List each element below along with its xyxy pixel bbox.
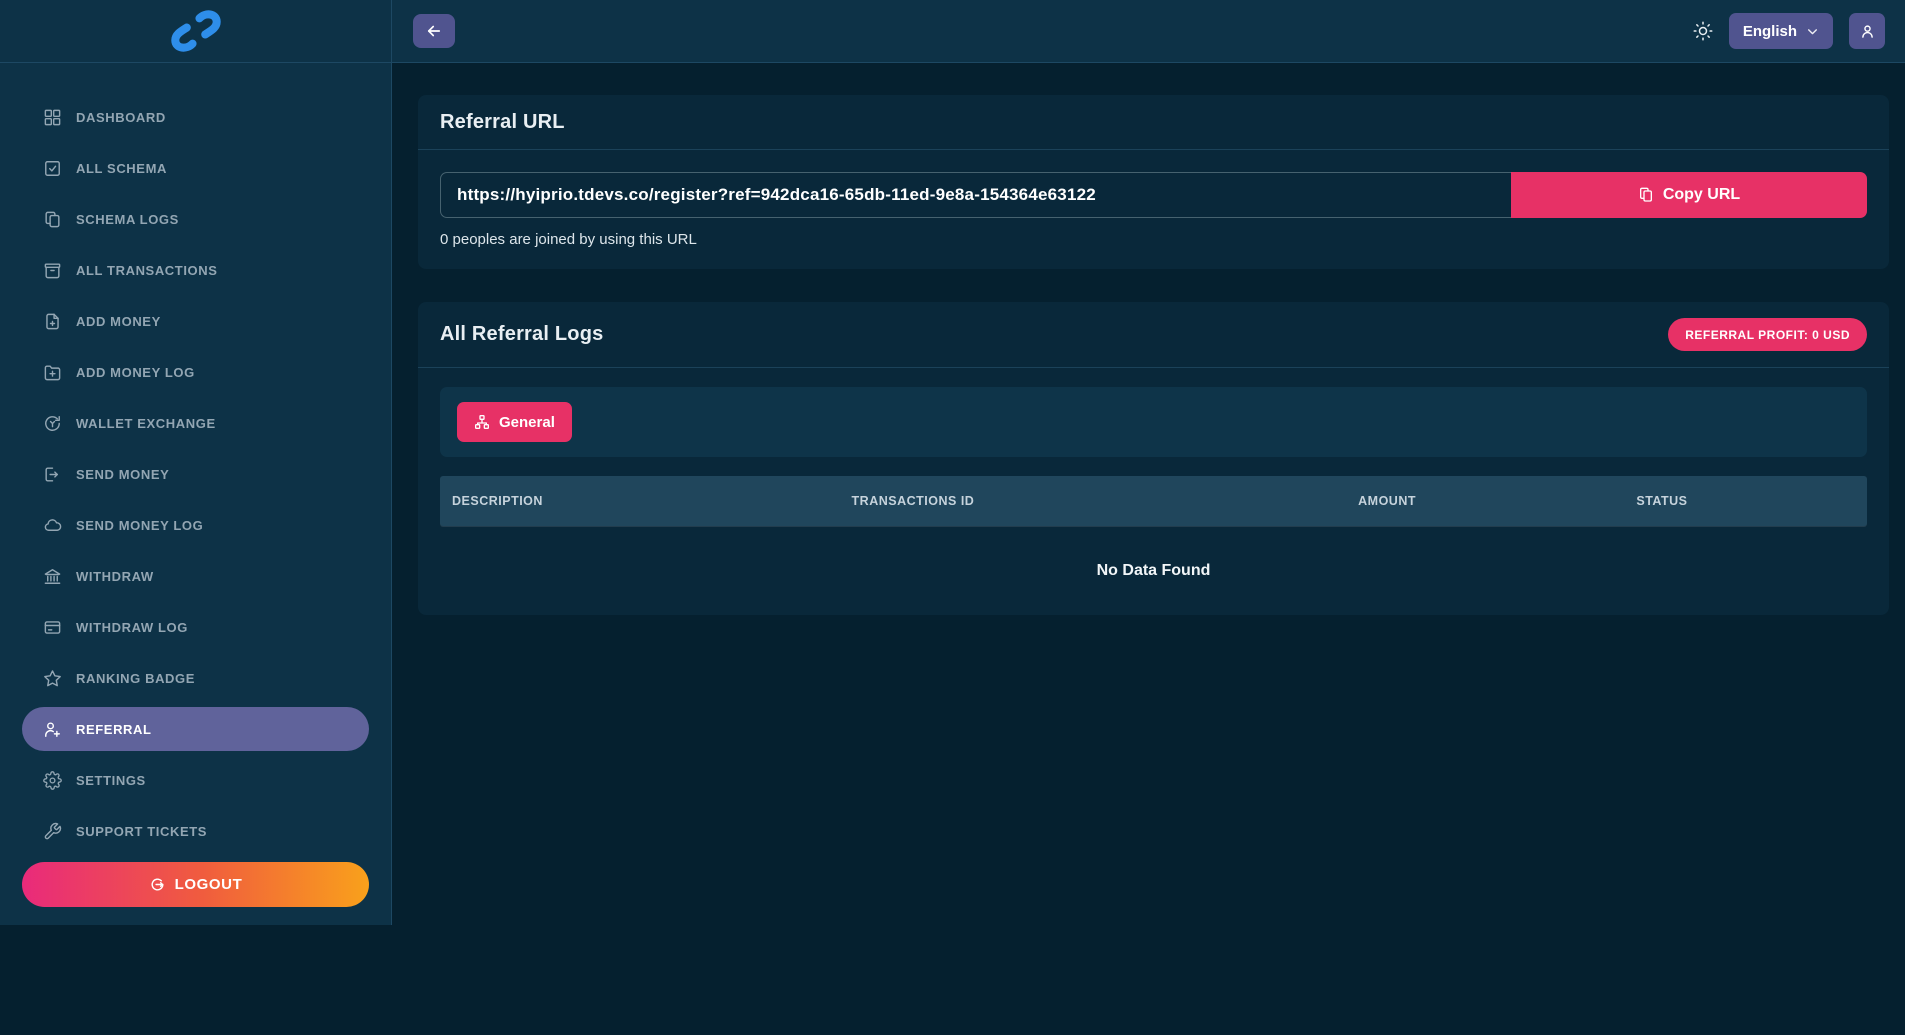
sidebar-item-label: ALL TRANSACTIONS [76,263,218,278]
sidebar-item-dashboard[interactable]: DASHBOARD [22,95,369,139]
gear-icon [43,771,76,790]
star-icon [43,669,76,688]
sidebar-item-label: RANKING BADGE [76,671,195,686]
referral-logs-card: All Referral Logs REFERRAL PROFIT: 0 USD… [418,302,1889,615]
brand-logo-icon[interactable] [168,8,224,54]
theme-toggle-button[interactable] [1693,21,1713,41]
sidebar-item-label: SETTINGS [76,773,146,788]
arrow-left-icon [425,22,443,40]
column-header-amount: AMOUNT [1346,494,1624,508]
dashboard-icon [43,108,76,127]
sidebar-item-label: WITHDRAW [76,569,154,584]
sidebar-item-label: ALL SCHEMA [76,161,167,176]
topbar: English [392,0,1905,63]
sidebar-item-label: SEND MONEY LOG [76,518,203,533]
sidebar-header [0,0,391,63]
copy-url-button[interactable]: Copy URL [1511,172,1867,218]
user-plus-icon [43,720,76,739]
page-content: Referral URL Copy URL 0 peoples are join… [392,63,1905,925]
user-menu-button[interactable] [1849,13,1885,49]
sidebar-item-add-money-log[interactable]: ADD MONEY LOG [22,350,369,394]
sidebar-item-referral[interactable]: REFERRAL [22,707,369,751]
sidebar-item-withdraw-log[interactable]: WITHDRAW LOG [22,605,369,649]
sidebar-item-label: DASHBOARD [76,110,166,125]
general-filter-label: General [499,414,555,431]
referral-logs-card-header: All Referral Logs REFERRAL PROFIT: 0 USD [418,302,1889,368]
logs-filter-panel: General [440,387,1867,457]
referral-url-input[interactable] [440,172,1511,218]
card-gap [418,269,1889,302]
wrench-icon [43,822,76,841]
table-header-row: DESCRIPTION TRANSACTIONS ID AMOUNT STATU… [440,476,1867,526]
logout-button[interactable]: LOGOUT [22,862,369,907]
back-button[interactable] [413,14,455,48]
referral-url-group: Copy URL [440,172,1867,218]
sidebar-item-label: WALLET EXCHANGE [76,416,216,431]
sidebar-item-all-schema[interactable]: ALL SCHEMA [22,146,369,190]
sidebar-item-label: SCHEMA LOGS [76,212,179,227]
main-area: English Referral URL [392,0,1905,925]
sidebar-item-add-money[interactable]: ADD MONEY [22,299,369,343]
column-header-status: STATUS [1624,494,1867,508]
check-square-icon [43,159,76,178]
sidebar-item-send-money-log[interactable]: SEND MONEY LOG [22,503,369,547]
logout-label: LOGOUT [175,876,243,893]
sidebar-item-label: ADD MONEY LOG [76,365,195,380]
referral-profit-badge: REFERRAL PROFIT: 0 USD [1668,318,1867,351]
file-plus-icon [43,312,76,331]
sidebar-item-wallet-exchange[interactable]: WALLET EXCHANGE [22,401,369,445]
credit-card-icon [43,618,76,637]
sidebar-item-ranking-badge[interactable]: RANKING BADGE [22,656,369,700]
sidebar-item-withdraw[interactable]: WITHDRAW [22,554,369,598]
referral-url-card-header: Referral URL [418,95,1889,150]
copy-pages-icon [43,210,76,229]
referral-url-card: Referral URL Copy URL 0 peoples are join… [418,95,1889,269]
sidebar-item-all-transactions[interactable]: ALL TRANSACTIONS [22,248,369,292]
column-header-transactions-id: TRANSACTIONS ID [840,494,1347,508]
language-dropdown[interactable]: English [1729,13,1833,49]
referral-logs-title: All Referral Logs [440,323,603,346]
chevron-down-icon [1806,25,1819,38]
sidebar-item-support-tickets[interactable]: SUPPORT TICKETS [22,809,369,852]
send-arrow-icon [43,465,76,484]
sidebar-nav: DASHBOARD ALL SCHEMA SCHEMA LOGS ALL TRA… [0,63,391,852]
copy-url-label: Copy URL [1663,186,1740,204]
app-root: DASHBOARD ALL SCHEMA SCHEMA LOGS ALL TRA… [0,0,1905,925]
topbar-right-controls: English [1693,13,1885,49]
sidebar-item-label: SEND MONEY [76,467,169,482]
sidebar-item-label: SUPPORT TICKETS [76,824,207,839]
sun-icon [1693,21,1713,41]
folder-plus-icon [43,363,76,382]
bank-icon [43,567,76,586]
sidebar-item-settings[interactable]: SETTINGS [22,758,369,802]
copy-icon [1638,187,1654,203]
joined-note: 0 peoples are joined by using this URL [440,231,1867,249]
table-empty-message: No Data Found [440,526,1867,615]
sidebar-item-label: ADD MONEY [76,314,161,329]
sidebar-item-label: WITHDRAW LOG [76,620,188,635]
language-label: English [1743,23,1797,40]
sidebar-item-send-money[interactable]: SEND MONEY [22,452,369,496]
cloud-icon [43,516,76,535]
exchange-refresh-icon [43,414,76,433]
logout-icon [149,876,166,893]
referral-logs-table: DESCRIPTION TRANSACTIONS ID AMOUNT STATU… [440,476,1867,615]
column-header-description: DESCRIPTION [440,494,840,508]
user-icon [1859,23,1876,40]
referral-url-title: Referral URL [440,111,565,134]
archive-icon [43,261,76,280]
referral-url-card-body: Copy URL 0 peoples are joined by using t… [418,150,1889,269]
general-filter-button[interactable]: General [457,402,572,442]
referral-logs-card-body: General DESCRIPTION TRANSACTIONS ID AMOU… [418,368,1889,615]
sidebar-item-label: REFERRAL [76,722,152,737]
sidebar: DASHBOARD ALL SCHEMA SCHEMA LOGS ALL TRA… [0,0,392,925]
sitemap-icon [474,414,490,430]
sidebar-item-schema-logs[interactable]: SCHEMA LOGS [22,197,369,241]
